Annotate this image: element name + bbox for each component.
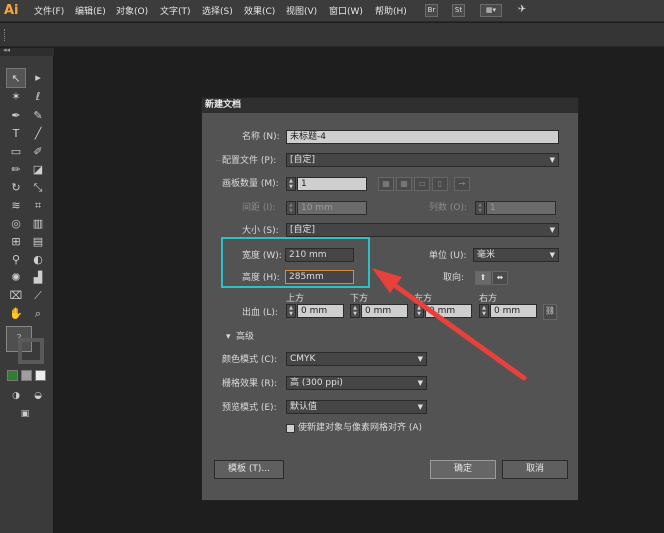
annotation-arrow-icon <box>372 268 527 381</box>
